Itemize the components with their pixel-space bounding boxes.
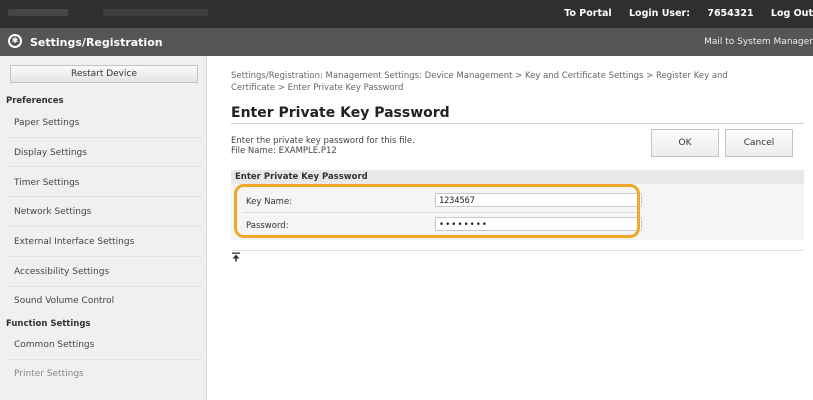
top-links: To Portal Login User: 7654321 Log Out <box>564 8 813 19</box>
sidebar-divider <box>6 196 202 197</box>
settings-app-icon: ✱ <box>8 34 22 48</box>
sidebar-item-printer-settings[interactable]: Printer Settings <box>14 369 84 379</box>
sidebar-divider <box>6 226 202 227</box>
sidebar-item-paper-settings[interactable]: Paper Settings <box>14 118 79 128</box>
sidebar-divider <box>6 286 202 287</box>
title-divider <box>231 123 804 124</box>
description-text: Enter the private key password for this … <box>231 136 415 146</box>
section-divider <box>231 250 804 251</box>
top-bar: To Portal Login User: 7654321 Log Out <box>0 0 813 28</box>
app-title: Settings/Registration <box>30 36 163 49</box>
blurred-top-breadcrumb <box>8 9 208 16</box>
sidebar-item-display-settings[interactable]: Display Settings <box>14 148 87 158</box>
title-bar: ✱ Settings/Registration Mail to System M… <box>0 28 813 56</box>
sidebar: Restart Device Preferences Paper Setting… <box>0 56 207 400</box>
form-section-heading: Enter Private Key Password <box>231 170 804 184</box>
sidebar-item-sound-volume-control[interactable]: Sound Volume Control <box>14 296 114 306</box>
restart-device-button[interactable]: Restart Device <box>10 65 198 83</box>
breadcrumb-line: Certificate > Enter Private Key Password <box>231 83 404 93</box>
back-to-top-icon[interactable] <box>231 252 241 262</box>
breadcrumb: Settings/Registration: Management Settin… <box>231 70 791 94</box>
sidebar-divider <box>6 137 202 138</box>
sidebar-divider <box>6 166 202 167</box>
sidebar-item-common-settings[interactable]: Common Settings <box>14 340 94 350</box>
to-portal-link[interactable]: To Portal <box>564 8 611 19</box>
highlight-callout <box>234 184 640 238</box>
page-title: Enter Private Key Password <box>231 105 450 121</box>
sidebar-divider <box>6 256 202 257</box>
sidebar-item-external-interface-settings[interactable]: External Interface Settings <box>14 237 134 247</box>
preferences-heading: Preferences <box>6 96 64 106</box>
file-name-text: File Name: EXAMPLE.P12 <box>231 146 337 156</box>
breadcrumb-line: Settings/Registration: Management Settin… <box>231 71 728 81</box>
sidebar-item-accessibility-settings[interactable]: Accessibility Settings <box>14 267 109 277</box>
ok-button[interactable]: OK <box>651 129 719 157</box>
mail-system-manager-link[interactable]: Mail to System Manager <box>704 37 813 47</box>
page-description: Enter the private key password for this … <box>231 136 415 156</box>
sidebar-item-network-settings[interactable]: Network Settings <box>14 207 91 217</box>
function-settings-heading: Function Settings <box>6 319 91 329</box>
login-user-value: 7654321 <box>707 8 754 19</box>
logout-link[interactable]: Log Out <box>771 8 813 19</box>
cancel-button[interactable]: Cancel <box>725 129 793 157</box>
main-content: Settings/Registration: Management Settin… <box>220 56 813 400</box>
sidebar-item-timer-settings[interactable]: Timer Settings <box>14 178 80 188</box>
login-user-label: Login User: <box>629 8 691 19</box>
sidebar-divider <box>6 359 202 360</box>
